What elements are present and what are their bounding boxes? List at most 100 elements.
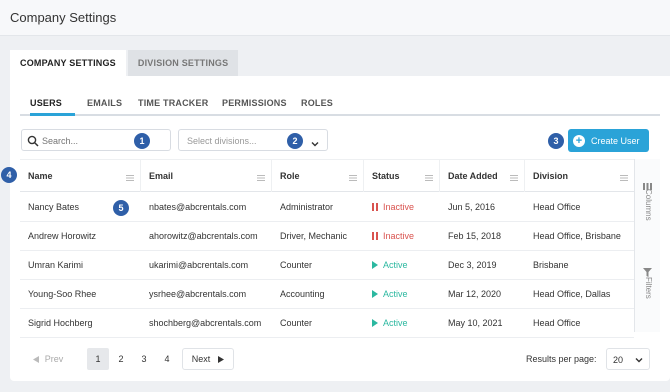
cell-division: Head Office bbox=[533, 318, 581, 328]
column-header-role[interactable]: Role bbox=[272, 160, 364, 192]
chevron-down-icon bbox=[310, 136, 320, 154]
page-button-4[interactable]: 4 bbox=[156, 348, 178, 370]
cell-name: Young-Soo Rhee bbox=[28, 289, 97, 299]
table-row[interactable]: Umran Karimi ukarimi@abcrentals.com Coun… bbox=[20, 251, 634, 280]
page-title: Company Settings bbox=[10, 10, 117, 25]
tab-permissions[interactable]: PERMISSIONS bbox=[222, 98, 287, 108]
tab-users[interactable]: USERS bbox=[30, 98, 62, 108]
column-header-label: Name bbox=[28, 171, 53, 181]
cell-role: Counter bbox=[280, 318, 313, 328]
prev-label: Prev bbox=[44, 354, 64, 364]
settings-card: USERS EMAILS TIME TRACKER PERMISSIONS RO… bbox=[1, 76, 670, 381]
cell-division: Head Office, Dallas bbox=[533, 289, 611, 299]
column-menu-icon[interactable] bbox=[126, 173, 134, 183]
tab-company-settings[interactable]: COMPANY SETTINGS bbox=[10, 50, 126, 76]
cell-name: Andrew Horowitz bbox=[28, 231, 97, 241]
callout-badge-2: 2 bbox=[287, 133, 303, 149]
cell-name: Umran Karimi bbox=[28, 260, 84, 270]
cell-name: Sigrid Hochberg bbox=[28, 318, 93, 328]
column-header-division[interactable]: Division bbox=[525, 160, 634, 192]
cell-division: Brisbane bbox=[533, 260, 569, 270]
cell-status: Active bbox=[364, 309, 408, 337]
column-header-label: Date Added bbox=[448, 171, 498, 181]
results-per-page-select[interactable]: 20 bbox=[606, 348, 650, 370]
cell-status: Inactive bbox=[364, 222, 414, 250]
sub-tabs: USERS EMAILS TIME TRACKER PERMISSIONS RO… bbox=[20, 76, 660, 116]
cell-email: nbates@abcrentals.com bbox=[149, 202, 247, 212]
cell-date-added: May 10, 2021 bbox=[448, 318, 503, 328]
tab-division-settings[interactable]: DIVISION SETTINGS bbox=[127, 50, 239, 76]
chevron-down-icon bbox=[634, 355, 644, 367]
page-button-3[interactable]: 3 bbox=[133, 348, 155, 370]
division-select-placeholder: Select divisions... bbox=[187, 136, 257, 146]
column-header-email[interactable]: Email bbox=[141, 160, 272, 192]
column-header-label: Division bbox=[533, 171, 569, 181]
filters-panel-toggle[interactable]: Filters bbox=[644, 277, 653, 299]
column-menu-icon[interactable] bbox=[510, 173, 518, 183]
cell-role: Counter bbox=[280, 260, 313, 270]
columns-panel-toggle[interactable]: Columns bbox=[644, 189, 653, 221]
page-button-1[interactable]: 1 bbox=[87, 348, 109, 370]
cell-name: Nancy Bates bbox=[28, 202, 80, 212]
page-button-2[interactable]: 2 bbox=[110, 348, 132, 370]
create-user-button[interactable]: + Create User bbox=[568, 129, 649, 152]
play-icon bbox=[372, 261, 378, 269]
play-icon bbox=[372, 290, 378, 298]
table-header: Name Email Role Status Date Added Divisi… bbox=[20, 159, 634, 192]
side-tool-panel: Columns Filters bbox=[634, 159, 660, 332]
cell-date-added: Dec 3, 2019 bbox=[448, 260, 497, 270]
prev-page-button[interactable]: Prev bbox=[28, 348, 68, 370]
column-menu-icon[interactable] bbox=[620, 173, 628, 183]
table-row[interactable]: Sigrid Hochberg shochberg@abcrentals.com… bbox=[20, 309, 634, 338]
cell-status: Inactive bbox=[364, 193, 414, 221]
tab-roles[interactable]: ROLES bbox=[301, 98, 333, 108]
active-tab-indicator bbox=[30, 113, 75, 116]
cell-email: ahorowitz@abcrentals.com bbox=[149, 231, 258, 241]
arrow-left-icon bbox=[32, 355, 39, 363]
status-text: Active bbox=[383, 318, 408, 328]
cell-role: Accounting bbox=[280, 289, 325, 299]
column-header-date-added[interactable]: Date Added bbox=[440, 160, 525, 192]
column-menu-icon[interactable] bbox=[425, 173, 433, 183]
cell-status: Active bbox=[364, 280, 408, 308]
top-tabs: COMPANY SETTINGS DIVISION SETTINGS bbox=[10, 50, 239, 76]
play-icon bbox=[372, 319, 378, 327]
cell-status: Active bbox=[364, 251, 408, 279]
callout-badge-3: 3 bbox=[548, 133, 564, 149]
column-header-name[interactable]: Name bbox=[20, 160, 141, 192]
table-row[interactable]: Young-Soo Rhee ysrhee@abcrentals.com Acc… bbox=[20, 280, 634, 309]
search-input[interactable] bbox=[42, 133, 142, 148]
column-header-status[interactable]: Status bbox=[364, 160, 440, 192]
page-header: Company Settings bbox=[0, 0, 670, 36]
cell-email: shochberg@abcrentals.com bbox=[149, 318, 262, 328]
status-text: Active bbox=[383, 260, 408, 270]
cell-division: Head Office, Brisbane bbox=[533, 231, 621, 241]
cell-role: Driver, Mechanic bbox=[280, 231, 348, 241]
column-header-label: Status bbox=[372, 171, 400, 181]
cell-date-added: Mar 12, 2020 bbox=[448, 289, 502, 299]
column-header-label: Email bbox=[149, 171, 174, 181]
search-icon bbox=[27, 134, 39, 152]
column-menu-icon[interactable] bbox=[257, 173, 265, 183]
cell-email: ysrhee@abcrentals.com bbox=[149, 289, 247, 299]
results-per-page-value: 20 bbox=[613, 355, 624, 365]
next-label: Next bbox=[191, 354, 211, 364]
cell-date-added: Feb 15, 2018 bbox=[448, 231, 502, 241]
plus-icon: + bbox=[573, 134, 585, 147]
status-text: Inactive bbox=[383, 231, 415, 241]
arrow-right-icon bbox=[218, 355, 225, 363]
callout-badge-5: 5 bbox=[113, 200, 129, 216]
pause-icon bbox=[372, 232, 378, 240]
division-select[interactable]: Select divisions... bbox=[178, 129, 328, 151]
column-menu-icon[interactable] bbox=[349, 173, 357, 183]
cell-date-added: Jun 5, 2016 bbox=[448, 202, 496, 212]
pause-icon bbox=[372, 203, 378, 211]
callout-badge-1: 1 bbox=[134, 133, 150, 149]
results-per-page-label: Results per page: bbox=[526, 354, 597, 364]
table-row[interactable]: Andrew Horowitz ahorowitz@abcrentals.com… bbox=[20, 222, 634, 251]
tab-time-tracker[interactable]: TIME TRACKER bbox=[138, 98, 208, 108]
tab-emails[interactable]: EMAILS bbox=[87, 98, 122, 108]
next-page-button[interactable]: Next bbox=[182, 348, 234, 370]
cell-role: Administrator bbox=[280, 202, 334, 212]
cell-division: Head Office bbox=[533, 202, 581, 212]
